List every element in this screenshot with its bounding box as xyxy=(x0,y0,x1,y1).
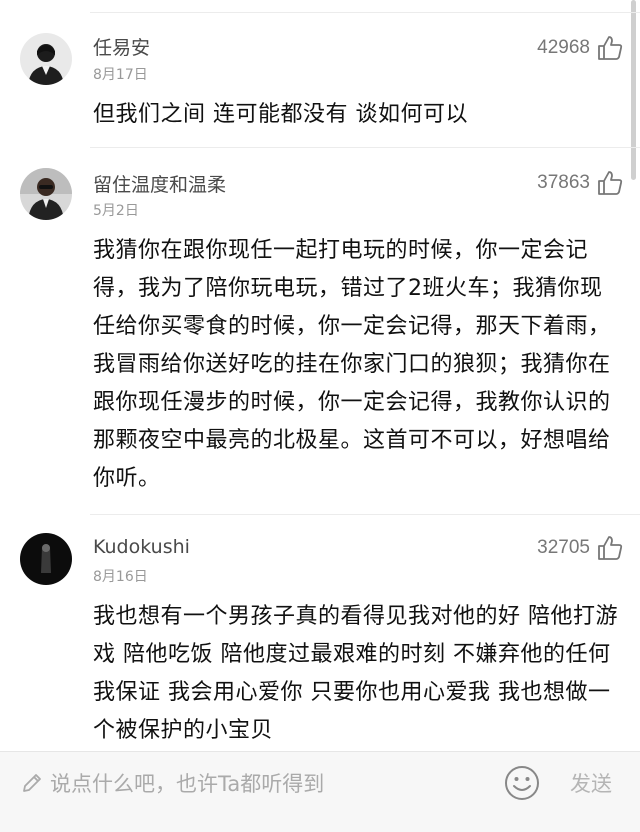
like-button[interactable]: 32705 xyxy=(537,534,624,562)
like-button[interactable]: 37863 xyxy=(537,169,624,197)
like-count: 32705 xyxy=(537,537,590,558)
comment-text: 我也想有一个男孩子真的看得见我对他的好 陪他打游戏 陪他吃饭 陪他度过最艰难的时… xyxy=(93,604,618,743)
avatar-image xyxy=(20,168,72,220)
comment-date: 8月17日 xyxy=(93,67,148,83)
comment-date: 5月2日 xyxy=(93,203,139,219)
avatar[interactable] xyxy=(20,33,72,85)
avatar[interactable] xyxy=(20,533,72,585)
thumbs-up-icon xyxy=(598,536,623,560)
emoji-button[interactable] xyxy=(503,764,541,802)
avatar-image xyxy=(20,33,72,85)
username[interactable]: Kudokushi xyxy=(93,536,190,558)
avatar[interactable] xyxy=(20,168,72,220)
smiley-face-icon xyxy=(505,766,539,800)
avatar-image xyxy=(20,533,72,585)
comment-input-bar: 说点什么吧，也许Ta都听得到 发送 xyxy=(0,751,640,832)
divider xyxy=(90,12,640,13)
divider xyxy=(90,514,640,515)
thumbs-up-icon xyxy=(598,36,623,60)
pencil-icon xyxy=(23,774,41,792)
username[interactable]: 任易安 xyxy=(93,33,150,60)
input-placeholder: 说点什么吧，也许Ta都听得到 xyxy=(50,772,325,796)
divider xyxy=(90,147,640,148)
comment-date: 8月16日 xyxy=(93,569,148,585)
comment-text: 但我们之间 连可能都没有 谈如何可以 xyxy=(93,102,468,127)
scrollbar[interactable] xyxy=(631,0,636,180)
comment-text: 我猜你在跟你现任一起打电玩的时候，你一定会记得，我为了陪你玩电玩，错过了2班火车… xyxy=(93,238,611,491)
like-count: 37863 xyxy=(537,172,590,193)
like-button[interactable]: 42968 xyxy=(537,34,624,62)
send-button[interactable]: 发送 xyxy=(570,768,612,798)
comment-input[interactable]: 说点什么吧，也许Ta都听得到 xyxy=(20,760,490,806)
like-count: 42968 xyxy=(537,37,590,58)
username[interactable]: 留住温度和温柔 xyxy=(93,170,226,197)
thumbs-up-icon xyxy=(598,171,623,195)
